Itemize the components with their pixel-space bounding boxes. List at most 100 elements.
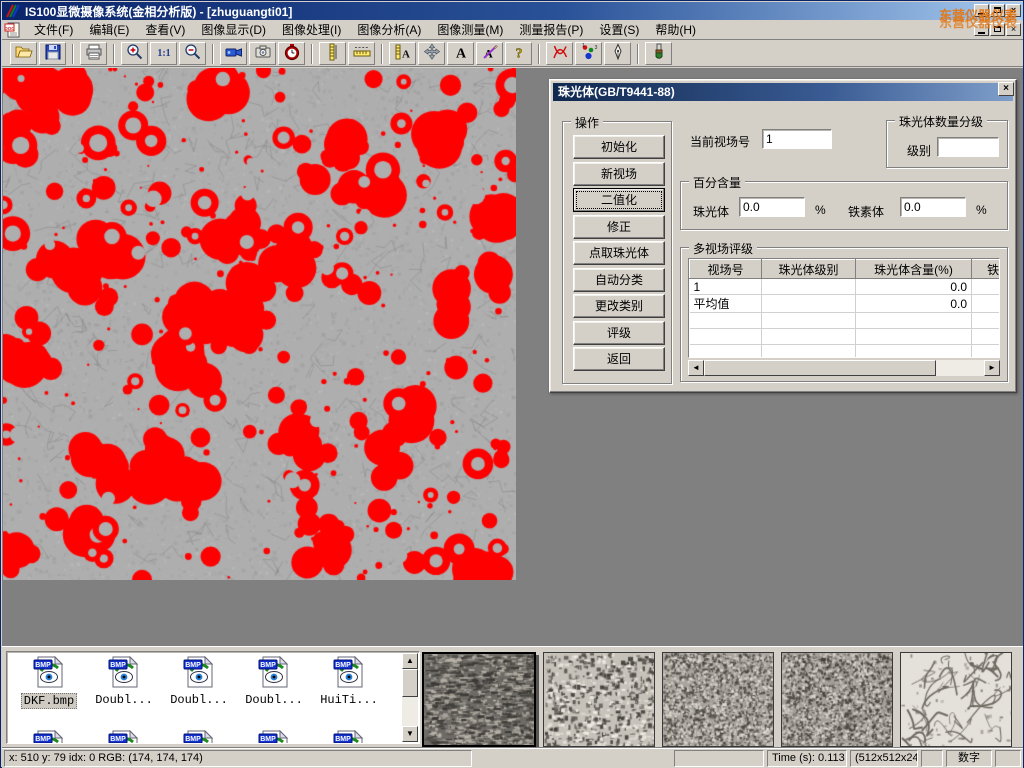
- caliper-button[interactable]: [319, 42, 346, 65]
- menu-item-8[interactable]: 设置(S): [591, 21, 647, 39]
- calibrate-button[interactable]: A: [389, 42, 416, 65]
- help-button[interactable]: ?: [505, 42, 532, 65]
- zoom-in-button[interactable]: [121, 42, 148, 65]
- menu-item-6[interactable]: 图像测量(M): [429, 21, 511, 39]
- toolbar-separator: [538, 44, 540, 64]
- file-vertical-scrollbar[interactable]: ▲ ▼: [402, 653, 418, 742]
- toolbar-separator: [381, 44, 383, 64]
- op-button-3[interactable]: 修正: [573, 215, 665, 239]
- scroll-down-icon[interactable]: ▼: [402, 726, 418, 742]
- child-restore-button[interactable]: [990, 23, 1005, 36]
- rating-table[interactable]: 视场号珠光体级别珠光体含量(%)铁素体含量(%)10.0平均值0.0: [688, 258, 1000, 358]
- timer-button[interactable]: [278, 42, 305, 65]
- open-icon: [15, 43, 33, 64]
- ruler-button[interactable]: [348, 42, 375, 65]
- file-browser: ▲ ▼ BMPDKF.bmpBMPDoubl...BMPDoubl...BMPD…: [6, 651, 420, 744]
- file-item-3[interactable]: BMPDoubl...: [238, 656, 310, 707]
- ferrite-label: 铁素体: [848, 203, 884, 220]
- menu-item-3[interactable]: 图像显示(D): [193, 21, 274, 39]
- dialog-title-bar[interactable]: 珠光体(GB/T9441-88): [553, 83, 1013, 101]
- thumbnail-thumb-5[interactable]: [900, 652, 1012, 747]
- file-item-partial[interactable]: BMP: [88, 730, 160, 744]
- op-button-2[interactable]: 二值化: [573, 188, 665, 212]
- table-header-2[interactable]: 珠光体含量(%): [856, 260, 972, 279]
- menu-item-2[interactable]: 查看(V): [137, 21, 193, 39]
- curve-button[interactable]: [546, 42, 573, 65]
- op-button-7[interactable]: 评级: [573, 321, 665, 345]
- zoom-out-button[interactable]: [179, 42, 206, 65]
- menu-item-1[interactable]: 编辑(E): [81, 21, 137, 39]
- table-row[interactable]: 10.0: [690, 279, 1001, 295]
- op-button-8[interactable]: 返回: [573, 347, 665, 371]
- scrollbar-thumb[interactable]: [704, 360, 936, 376]
- file-item-1[interactable]: BMPDoubl...: [88, 656, 160, 707]
- menu-item-0[interactable]: 文件(F): [26, 21, 81, 39]
- print-button[interactable]: [80, 42, 107, 65]
- video-camera-button[interactable]: [220, 42, 247, 65]
- menu-item-9[interactable]: 帮助(H): [647, 21, 704, 39]
- child-close-button[interactable]: ×: [1006, 23, 1021, 36]
- scrollbar-thumb[interactable]: [402, 669, 418, 697]
- scrollbar-track[interactable]: [936, 360, 984, 376]
- actual-size-button[interactable]: 1:1: [150, 42, 177, 65]
- scroll-up-icon[interactable]: ▲: [402, 653, 418, 669]
- op-button-6[interactable]: 更改类别: [573, 294, 665, 318]
- file-item-partial[interactable]: BMP: [163, 730, 235, 744]
- brush-button[interactable]: [645, 42, 672, 65]
- bmp-file-icon: BMP: [32, 677, 66, 691]
- table-header-0[interactable]: 视场号: [690, 260, 762, 279]
- dialog-close-icon[interactable]: ×: [998, 82, 1014, 96]
- op-button-5[interactable]: 自动分类: [573, 268, 665, 292]
- toolbar-group-3: [216, 42, 309, 65]
- table-header-1[interactable]: 珠光体级别: [762, 260, 856, 279]
- menu-item-5[interactable]: 图像分析(A): [349, 21, 429, 39]
- child-minimize-button[interactable]: [974, 23, 989, 36]
- op-button-1[interactable]: 新视场: [573, 162, 665, 186]
- op-button-4[interactable]: 点取珠光体: [573, 241, 665, 265]
- menu-item-7[interactable]: 测量报告(P): [511, 21, 591, 39]
- text-button[interactable]: A: [447, 42, 474, 65]
- file-item-partial[interactable]: BMP: [313, 730, 385, 744]
- file-item-partial[interactable]: BMP: [238, 730, 310, 744]
- file-item-2[interactable]: BMPDoubl...: [163, 656, 235, 707]
- table-row[interactable]: 平均值0.0: [690, 295, 1001, 313]
- annotate-button[interactable]: A: [476, 42, 503, 65]
- thumbnail-strip: [422, 652, 1012, 747]
- thumbnail-thumb-3[interactable]: [662, 652, 774, 747]
- file-item-4[interactable]: BMPHuiTi...: [313, 656, 385, 707]
- scroll-left-icon[interactable]: ◄: [688, 360, 704, 376]
- bmp-file-icon: BMP: [182, 677, 216, 691]
- title-bar: IS100显微摄像系统(金相分析版) - [zhuguangti01] ×: [2, 2, 1023, 20]
- points-button[interactable]: 31: [575, 42, 602, 65]
- move-button[interactable]: [418, 42, 445, 65]
- table-header-3[interactable]: 铁素体含量(%): [972, 260, 1001, 279]
- table-row[interactable]: [690, 329, 1001, 345]
- table-row[interactable]: [690, 345, 1001, 359]
- percent-group: 百分含量 珠光体 % 铁素体 %: [680, 181, 1008, 230]
- current-field-label: 当前视场号: [690, 133, 750, 150]
- grade-input[interactable]: [937, 137, 999, 157]
- scroll-right-icon[interactable]: ►: [984, 360, 1000, 376]
- ferrite-percent-input[interactable]: [900, 197, 966, 217]
- pearlite-percent-input[interactable]: [739, 197, 805, 217]
- bmp-file-icon: BMP: [107, 677, 141, 691]
- thumbnail-thumb-4[interactable]: [781, 652, 893, 747]
- caliper-icon: [324, 43, 342, 64]
- save-button[interactable]: [39, 42, 66, 65]
- file-item-partial[interactable]: BMP: [13, 730, 85, 744]
- camera-button[interactable]: [249, 42, 276, 65]
- open-button[interactable]: [10, 42, 37, 65]
- toolbar-group-6: 31: [542, 42, 635, 65]
- op-button-0[interactable]: 初始化: [573, 135, 665, 159]
- current-field-input[interactable]: [762, 129, 832, 149]
- thumbnail-thumb-1[interactable]: [422, 652, 536, 747]
- toolbar-separator: [637, 44, 639, 64]
- menu-item-4[interactable]: 图像处理(I): [274, 21, 349, 39]
- table-horizontal-scrollbar[interactable]: ◄ ►: [688, 360, 1000, 376]
- thumbnail-thumb-2[interactable]: [543, 652, 655, 747]
- grade-group: 珠光体数量分级 级别: [886, 120, 1008, 168]
- pen-button[interactable]: [604, 42, 631, 65]
- file-item-0[interactable]: BMPDKF.bmp: [13, 656, 85, 709]
- micrograph-image[interactable]: [3, 68, 516, 580]
- table-row[interactable]: [690, 313, 1001, 329]
